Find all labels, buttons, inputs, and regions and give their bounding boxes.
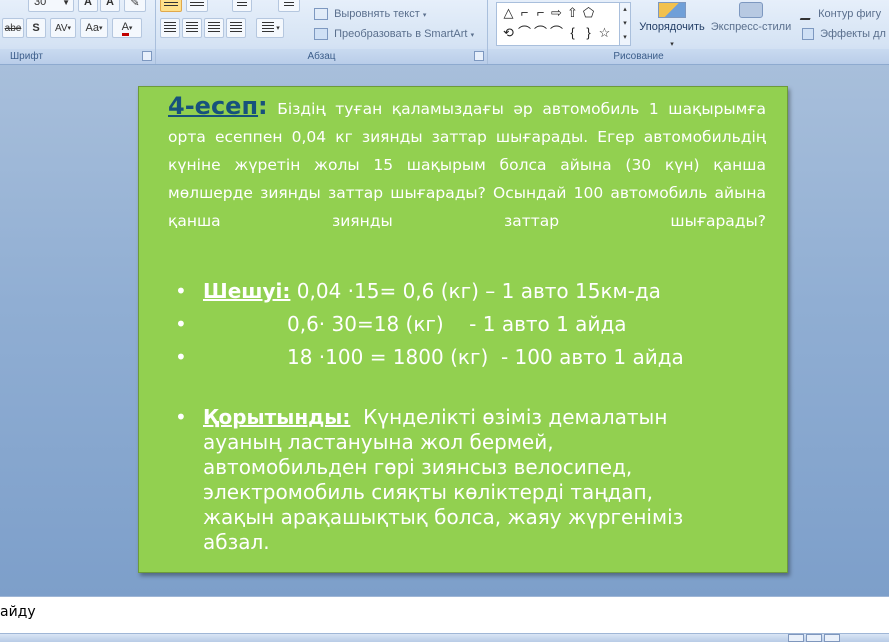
- drawing-group: △ ⌐ ⌐ ⇨ ⇧ ⬠ ⟲ ⌒ ⌒ ⌒ { } ☆ ▴ ▾ ▾ Упорядочит…: [488, 0, 889, 64]
- solution-item-1: Шешуі: 0,04 ·15= 0,6 (кг) – 1 авто 15км-…: [175, 275, 684, 308]
- numbering-button[interactable]: [186, 0, 208, 12]
- solution-line-2: 0,6· 30=18 (кг) - 1 авто 1 айда: [287, 312, 627, 336]
- pentagon-shape-icon[interactable]: ⬠: [581, 5, 596, 20]
- font-dialog-launcher[interactable]: [142, 51, 152, 61]
- solution-line-3: 18 ·100 = 1800 (кг) - 100 авто 1 айда: [287, 345, 684, 369]
- slide-workspace: 4-есеп: Біздің туған қаламыздағы әр авто…: [0, 65, 889, 596]
- shape-outline-button[interactable]: Контур фигу: [799, 8, 881, 21]
- chevron-down-icon: ▼: [62, 0, 70, 7]
- justify-button[interactable]: [226, 18, 246, 38]
- elbow-connector-icon[interactable]: ⌐: [517, 5, 532, 20]
- align-right-button[interactable]: [204, 18, 224, 38]
- notes-pane[interactable]: айду: [0, 596, 889, 633]
- solution-item-3: 18 ·100 = 1800 (кг) - 100 авто 1 айда: [175, 341, 684, 374]
- chevron-down-icon: ▾: [470, 32, 475, 39]
- columns-button[interactable]: ▾: [256, 18, 284, 38]
- shapes-gallery[interactable]: △ ⌐ ⌐ ⇨ ⇧ ⬠ ⟲ ⌒ ⌒ ⌒ { } ☆: [496, 2, 620, 46]
- pen-icon: [799, 8, 815, 21]
- font-color-top-button[interactable]: A: [78, 0, 98, 12]
- shrink-font-button[interactable]: A: [100, 0, 120, 12]
- align-left-button[interactable]: [160, 18, 180, 38]
- freeform-shape-icon[interactable]: ⌒: [549, 25, 564, 40]
- curve-shape-icon[interactable]: ⟲: [501, 25, 516, 40]
- problem-title-colon: :: [258, 92, 268, 120]
- ribbon: 30 ▼ A A ✎ abe S AV ▾ Aa ▾ A ▾ Шрифт ▾ В…: [0, 0, 889, 65]
- problem-title: 4-есеп: [168, 92, 259, 120]
- gallery-scroll[interactable]: ▴ ▾ ▾: [619, 2, 631, 46]
- clear-format-button[interactable]: ✎: [124, 0, 146, 12]
- star-shape-icon[interactable]: ☆: [597, 25, 612, 40]
- font-color-button[interactable]: A ▾: [112, 18, 142, 38]
- align-text-icon: [314, 8, 328, 21]
- paragraph-group-label: Абзац: [156, 49, 487, 64]
- paragraph-dialog-launcher[interactable]: [474, 51, 484, 61]
- up-arrow-shape-icon[interactable]: ⇧: [565, 5, 580, 20]
- wave-shape-icon[interactable]: ⌒: [533, 25, 548, 40]
- arc-shape-icon[interactable]: ⌒: [517, 25, 532, 40]
- font-group: 30 ▼ A A ✎ abe S AV ▾ Aa ▾ A ▾ Шрифт: [0, 0, 156, 64]
- solution-list[interactable]: Шешуі: 0,04 ·15= 0,6 (кг) – 1 авто 15км-…: [175, 275, 684, 374]
- arrange-icon: [658, 2, 686, 18]
- left-brace-shape-icon[interactable]: {: [565, 25, 580, 40]
- convert-smartart-button[interactable]: Преобразовать в SmartArt ▾: [314, 28, 475, 41]
- right-arrow-shape-icon[interactable]: ⇨: [549, 5, 564, 20]
- font-size-value: 30: [34, 0, 47, 8]
- align-text-button[interactable]: Выровнять текст ▾: [314, 8, 427, 21]
- conclusion-list[interactable]: Қорытынды: Күнделікті өзіміз демалатын а…: [175, 405, 695, 555]
- conclusion-item: Қорытынды: Күнделікті өзіміз демалатын а…: [175, 405, 695, 555]
- indent-button[interactable]: [232, 0, 252, 12]
- line-spacing-button[interactable]: [278, 0, 300, 12]
- right-brace-shape-icon[interactable]: }: [581, 25, 596, 40]
- shape-effects-button[interactable]: Эффекты дл: [802, 28, 886, 41]
- strikethrough-button[interactable]: abe: [2, 18, 24, 38]
- slide[interactable]: 4-есеп: Біздің туған қаламыздағы әр авто…: [138, 86, 788, 573]
- font-size-select[interactable]: 30 ▼: [28, 0, 74, 12]
- conclusion-label: Қорытынды:: [203, 405, 351, 429]
- character-spacing-button[interactable]: AV ▾: [50, 18, 76, 38]
- smartart-icon: [314, 28, 328, 41]
- triangle-shape-icon[interactable]: △: [501, 5, 516, 20]
- arrange-button[interactable]: Упорядочить ▾: [636, 0, 708, 48]
- quick-styles-button[interactable]: Экспресс-стили: [710, 0, 792, 48]
- chevron-down-icon: ▾: [670, 41, 674, 48]
- paragraph-group: ▾ Выровнять текст ▾ Преобразовать в Smar…: [156, 0, 488, 64]
- solution-line-1: 0,04 ·15= 0,6 (кг) – 1 авто 15км-да: [290, 279, 661, 303]
- drawing-group-label: Рисование: [488, 49, 889, 64]
- effects-icon: [802, 28, 814, 41]
- font-group-label: Шрифт: [0, 49, 155, 64]
- solution-label: Шешуі:: [203, 279, 291, 303]
- problem-text-box[interactable]: 4-есеп: Біздің туған қаламыздағы әр авто…: [168, 92, 766, 235]
- chevron-down-icon: ▾: [422, 12, 427, 19]
- shadow-button[interactable]: S: [26, 18, 46, 38]
- notes-text: айду: [0, 604, 36, 620]
- align-center-button[interactable]: [182, 18, 202, 38]
- change-case-button[interactable]: Aa ▾: [80, 18, 108, 38]
- quick-styles-icon: [739, 2, 763, 18]
- solution-item-2: 0,6· 30=18 (кг) - 1 авто 1 айда: [175, 308, 684, 341]
- elbow-arrow-icon[interactable]: ⌐: [533, 5, 548, 20]
- bullets-button[interactable]: [160, 0, 182, 12]
